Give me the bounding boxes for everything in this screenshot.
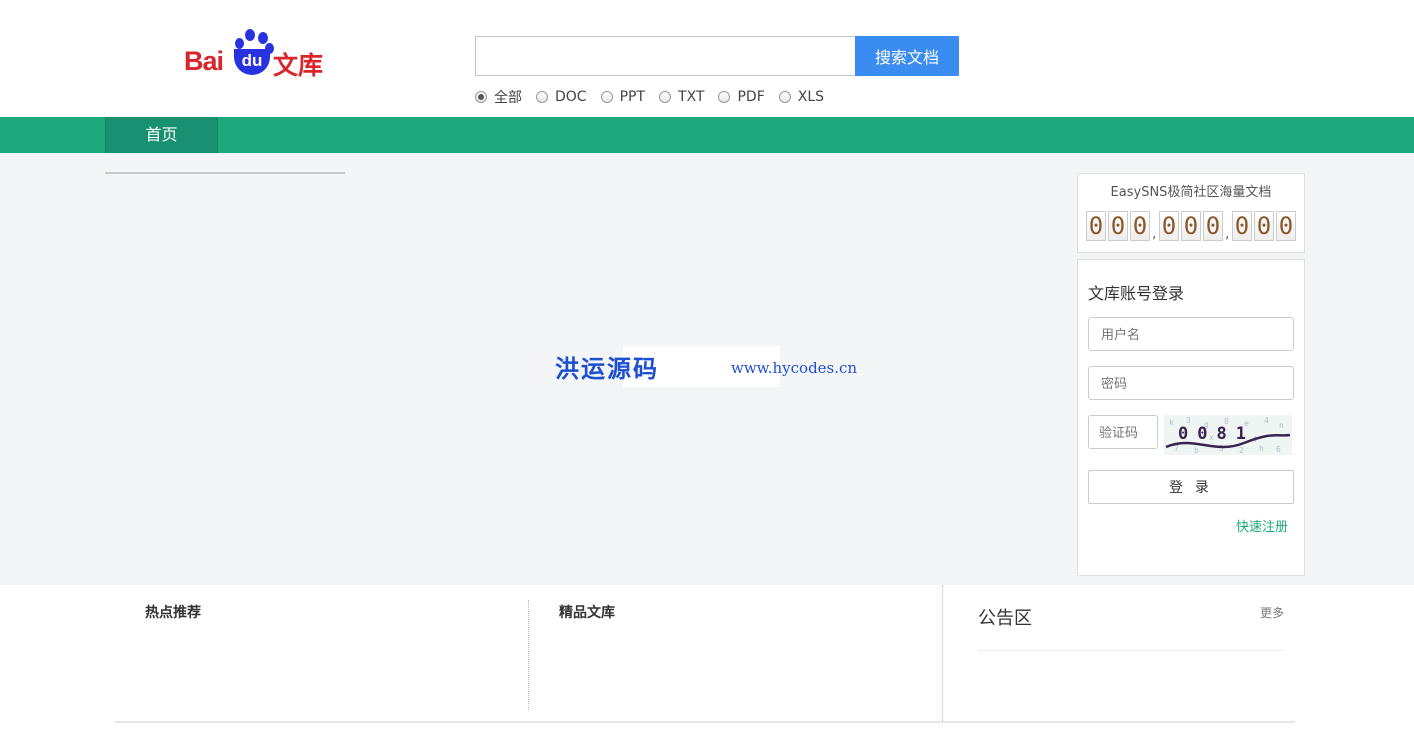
search-input[interactable] xyxy=(475,36,856,76)
watermark-cn-text: 洪运源码 xyxy=(555,354,659,383)
counter-separator: , xyxy=(1152,226,1157,242)
column-divider xyxy=(942,585,943,721)
login-title: 文库账号登录 xyxy=(1088,284,1185,303)
counter-digit: 0 xyxy=(1254,211,1274,241)
svg-text:h: h xyxy=(1259,444,1264,453)
doc-type-label: 全部 xyxy=(494,90,522,106)
doc-type-filter: 全部 DOC PPT TXT PDF XLS xyxy=(475,88,838,106)
nav-tab-home[interactable]: 首页 xyxy=(105,117,218,153)
notice-divider xyxy=(978,650,1285,651)
svg-text:4: 4 xyxy=(1264,416,1269,425)
doc-type-all[interactable]: 全部 xyxy=(475,88,522,106)
radio-icon[interactable] xyxy=(659,91,672,103)
doc-type-doc[interactable]: DOC xyxy=(536,88,587,106)
paw-toe-icon xyxy=(245,29,255,41)
counter-digit: 0 xyxy=(1276,211,1296,241)
doc-type-label: DOC xyxy=(555,89,587,105)
doc-type-label: TXT xyxy=(678,89,705,105)
radio-selected-icon[interactable] xyxy=(475,91,487,103)
svg-text:6: 6 xyxy=(1276,445,1281,454)
svg-text:5: 5 xyxy=(1219,444,1224,453)
counter-digit: 0 xyxy=(1108,211,1128,241)
watermark-url-text: www.hycodes.cn xyxy=(731,359,858,377)
counter-digit: 0 xyxy=(1181,211,1201,241)
doc-type-label: PPT xyxy=(619,89,646,105)
svg-text:2: 2 xyxy=(1239,446,1244,455)
counter-digit: 0 xyxy=(1232,211,1252,241)
section-divider xyxy=(105,172,345,174)
counter-separator: , xyxy=(1225,226,1230,242)
radio-icon[interactable] xyxy=(718,91,731,103)
doc-type-pdf[interactable]: PDF xyxy=(718,88,765,106)
bottom-section: 热点推荐 精品文库 公告区 更多 xyxy=(0,585,1414,731)
main-content: 洪运源码 www.hycodes.cn EasySNS极简社区海量文档 0 0 … xyxy=(0,153,1414,585)
search-bar: 搜索文档 xyxy=(475,36,959,76)
document-counter-panel: EasySNS极简社区海量文档 0 0 0 , 0 0 0 , 0 0 0 xyxy=(1077,173,1305,253)
username-input[interactable] xyxy=(1088,317,1294,351)
logo-text-du: du xyxy=(234,49,270,75)
doc-type-txt[interactable]: TXT xyxy=(659,88,704,106)
column-divider xyxy=(528,600,529,710)
logo-text-wenku: 文库 xyxy=(273,51,324,80)
notice-more-link[interactable]: 更多 xyxy=(1260,604,1284,621)
login-button[interactable]: 登 录 xyxy=(1088,470,1294,504)
baidu-wenku-logo[interactable]: Bai du 文库 xyxy=(184,29,324,80)
radio-icon[interactable] xyxy=(600,91,613,103)
doc-type-ppt[interactable]: PPT xyxy=(600,88,646,106)
password-input[interactable] xyxy=(1088,366,1294,400)
hot-recommend-title: 热点推荐 xyxy=(145,605,201,621)
counter-digit: 0 xyxy=(1203,211,1223,241)
paw-toe-icon xyxy=(258,32,268,44)
footer-divider xyxy=(115,721,1295,723)
captcha-image[interactable]: k3g8 e4n7 b52h 6x4 0081 xyxy=(1164,415,1292,455)
notice-title: 公告区 xyxy=(978,608,1032,629)
counter-digits: 0 0 0 , 0 0 0 , 0 0 0 xyxy=(1086,211,1298,241)
svg-text:n: n xyxy=(1279,421,1284,430)
doc-type-xls[interactable]: XLS xyxy=(778,88,825,106)
login-panel: 文库账号登录 k3g8 e4n7 b52h 6x4 0081 登 录 快速注册 xyxy=(1077,259,1305,576)
register-link[interactable]: 快速注册 xyxy=(1236,516,1288,535)
captcha-graphic: k3g8 e 4n7 b52h 6x 4 0081 xyxy=(1165,416,1291,455)
main-nav: 首页 xyxy=(0,117,1414,153)
captcha-text: 0081 xyxy=(1178,424,1255,444)
radio-icon[interactable] xyxy=(778,91,791,103)
radio-icon[interactable] xyxy=(536,91,548,103)
captcha-input[interactable] xyxy=(1088,415,1158,449)
doc-type-label: PDF xyxy=(737,89,765,105)
logo-text-bai: Bai xyxy=(184,46,224,76)
counter-digit: 0 xyxy=(1086,211,1106,241)
svg-text:k: k xyxy=(1169,418,1174,427)
doc-type-label: XLS xyxy=(797,89,825,105)
paw-toe-icon xyxy=(235,38,244,49)
svg-text:b: b xyxy=(1194,446,1199,455)
featured-docs-title: 精品文库 xyxy=(559,605,615,621)
counter-digit: 0 xyxy=(1159,211,1179,241)
counter-digit: 0 xyxy=(1130,211,1150,241)
header: Bai du 文库 搜索文档 全部 DOC PPT TXT PDF XLS xyxy=(0,0,1414,117)
counter-title: EasySNS极简社区海量文档 xyxy=(1110,185,1272,200)
search-button[interactable]: 搜索文档 xyxy=(855,36,959,76)
